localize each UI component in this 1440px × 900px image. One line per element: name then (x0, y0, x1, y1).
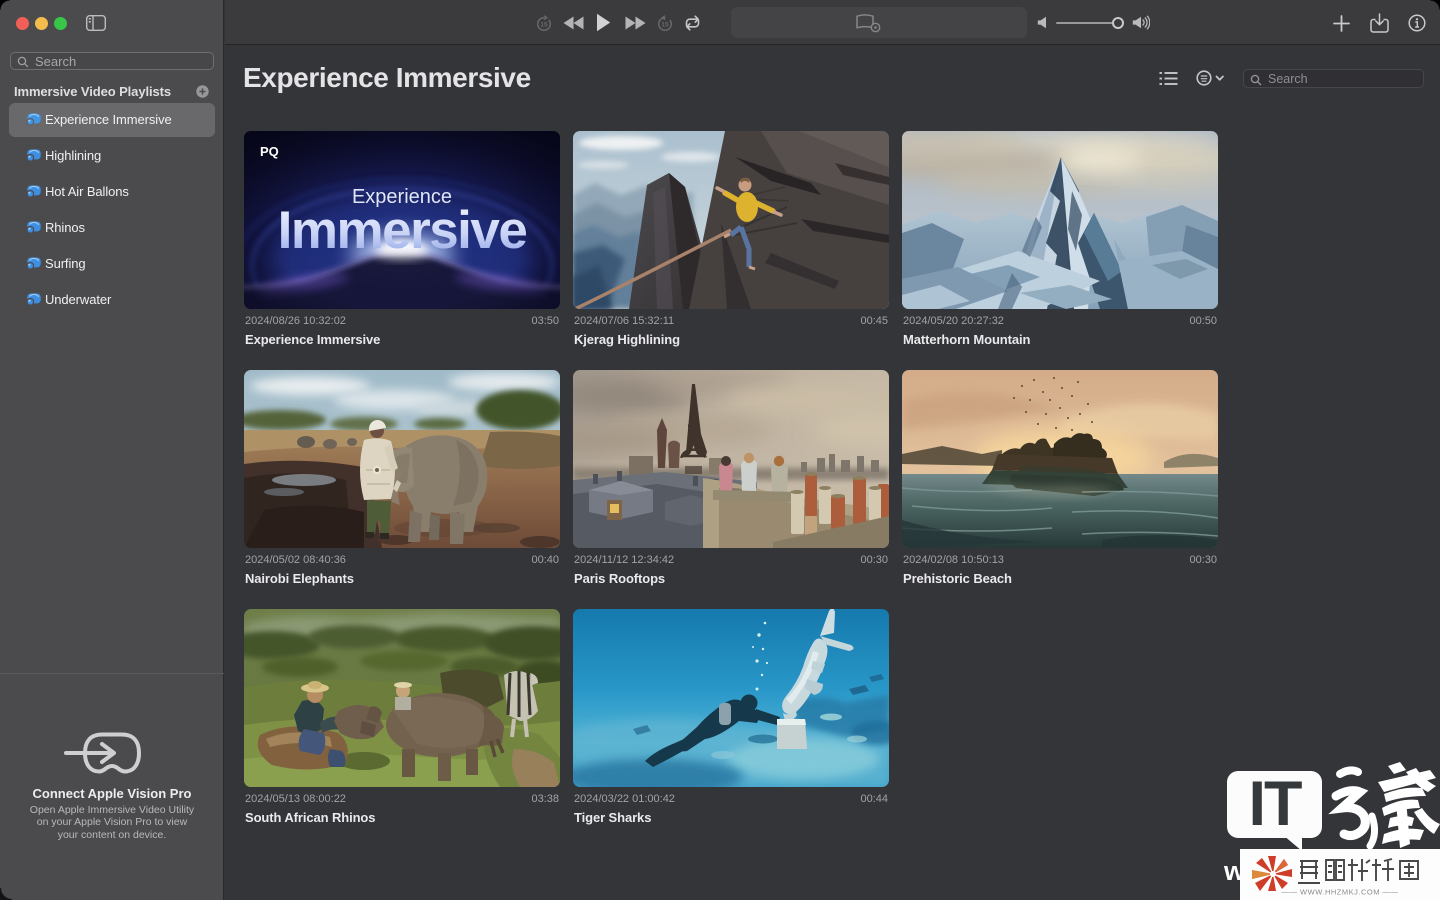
svg-text:—— WWW.HHZMKJ.COM ——: —— WWW.HHZMKJ.COM —— (1281, 888, 1398, 897)
svg-text:15: 15 (540, 22, 548, 29)
svg-text:Immersive: Immersive (278, 201, 527, 260)
svg-text:15: 15 (661, 22, 669, 29)
